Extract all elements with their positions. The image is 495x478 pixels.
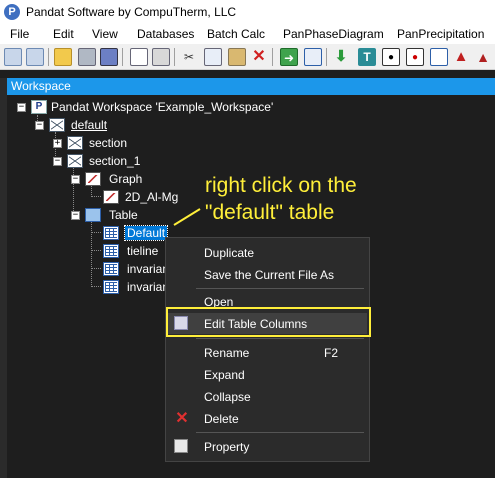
menu-item-expand[interactable]: Expand [168,364,367,385]
menu-item-label: Rename [204,346,250,360]
menu-item-label: Delete [204,412,239,426]
menu-separator [196,338,364,339]
menu-item-shortcut: F2 [324,346,339,360]
context-menu: Duplicate Save the Current File As Open … [165,237,370,462]
menu-item-property[interactable]: Property [168,436,367,457]
delete-icon: ✕ [175,410,189,427]
menu-separator [196,288,364,289]
property-icon [174,439,188,453]
menu-item-label: Expand [204,368,245,382]
menu-separator [196,432,364,433]
menu-item-duplicate[interactable]: Duplicate [168,242,367,263]
annotation-line-2: "default" table [205,201,335,224]
menu-item-label: Save the Current File As [204,268,335,282]
menu-item-collapse[interactable]: Collapse [168,386,367,407]
menu-item-label: Duplicate [204,246,255,260]
menu-item-label: Collapse [204,390,251,404]
menu-item-delete[interactable]: ✕ Delete [168,408,367,429]
annotation-line-1: right click on the [205,174,357,197]
highlight-box [166,307,371,337]
menu-item-label: Property [204,440,250,454]
menu-item-save-as[interactable]: Save the Current File As [168,264,367,285]
annotation-text: right click on the "default" table [205,172,357,226]
menu-item-rename[interactable]: Rename F2 [168,342,367,363]
